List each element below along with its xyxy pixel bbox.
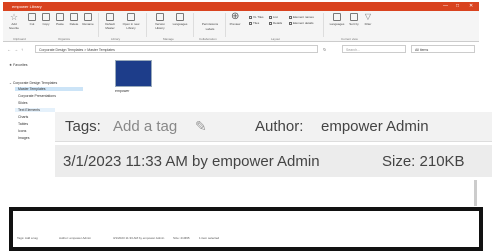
modified-text: 3/1/2023 11:33 AM by empower Admin	[63, 153, 320, 170]
author-label: Author:	[255, 118, 304, 135]
pencil-icon[interactable]: ✎	[195, 118, 207, 135]
refresh-icon[interactable]: ↻	[323, 47, 326, 52]
thumbnail-label: empower	[115, 89, 130, 93]
tree-item-slides[interactable]: Slides	[18, 101, 28, 105]
details-modified-size: 3/1/2023 11:33 AM by empower Admin Size:…	[55, 145, 492, 177]
paste-icon	[56, 13, 64, 21]
xl-tiles-option[interactable]: XL Tiles	[249, 15, 264, 19]
forward-icon[interactable]: →	[14, 47, 18, 52]
xl-tiles-icon	[249, 15, 252, 19]
scrollbar[interactable]	[474, 180, 477, 206]
element-details-checkbox[interactable]: Element details	[289, 21, 314, 25]
list-icon	[269, 15, 272, 19]
tree-item-tables[interactable]: Tables	[18, 122, 28, 126]
up-icon[interactable]: ↑	[21, 47, 23, 52]
tiles-option[interactable]: Tiles	[249, 21, 259, 25]
status-size: Size: 210KB	[173, 236, 190, 240]
separator	[146, 13, 147, 37]
status-selection: 1 item selected	[199, 236, 220, 240]
group-manage: Manage	[163, 37, 174, 41]
list-option[interactable]: List	[269, 15, 278, 19]
permissions-button[interactable]: Permissions	[199, 13, 221, 26]
tree-favorites[interactable]: ★ Favorites	[9, 63, 28, 67]
separator	[323, 13, 324, 37]
status-modified: 3/1/2023 11:33 AM by empower Admin	[113, 236, 165, 240]
status-bar: Tags: Add a tag Author: empower Admin 3/…	[17, 236, 477, 242]
copy-button[interactable]: Copy	[39, 13, 53, 26]
delete-icon	[70, 13, 78, 21]
scope-dropdown[interactable]: All items	[411, 45, 475, 53]
author-value: empower Admin	[321, 118, 429, 135]
tree-item-master-templates[interactable]: Master Templates	[15, 87, 83, 91]
master-icon	[106, 13, 114, 21]
tiles-icon	[249, 21, 252, 25]
cut-icon	[28, 13, 36, 21]
sort-icon	[350, 13, 358, 21]
cut-button[interactable]: Cut	[25, 13, 39, 26]
open-icon	[127, 13, 135, 21]
history-icon	[156, 13, 164, 21]
breadcrumb[interactable]: Corporate Design Templates > Master Temp…	[35, 45, 318, 53]
separator	[193, 13, 194, 37]
separator	[225, 13, 226, 37]
open-in-new-library-button[interactable]: Open in new Library	[121, 13, 141, 30]
tree-item-corporate-presentations[interactable]: Corporate Presentations	[18, 94, 56, 98]
tree-item-charts[interactable]: Charts	[18, 115, 28, 119]
tree-root[interactable]: ⌄ Corporate Design Templates	[9, 81, 57, 85]
minimize-button[interactable]: —	[443, 3, 448, 9]
tree-item-icons[interactable]: Icons	[18, 129, 26, 133]
group-layout: Layout	[271, 37, 281, 41]
checkbox-icon	[289, 15, 292, 19]
zoom-icon: ⊕	[231, 11, 240, 22]
tags-label: Tags:	[65, 118, 101, 135]
status-author: Author: empower Admin	[59, 236, 92, 240]
maximize-button[interactable]: □	[456, 3, 459, 9]
preview-button[interactable]: ⊕ Preview	[228, 11, 242, 27]
languages-icon	[333, 13, 341, 21]
window-title: empower Library	[12, 4, 42, 9]
filter-icon: ▽	[364, 12, 372, 21]
copy-icon	[42, 13, 50, 21]
add-favorite-button[interactable]: ☆ Add favorite	[7, 12, 21, 31]
details-option[interactable]: Details	[269, 21, 282, 25]
group-clipboard: Clipboard	[13, 37, 26, 41]
rename-icon	[84, 13, 92, 21]
filter-button[interactable]: ▽ Filter	[361, 12, 375, 27]
tag-input[interactable]: Add a tag	[113, 118, 177, 135]
template-thumbnail[interactable]	[115, 60, 152, 87]
version-history-button[interactable]: Version History	[151, 13, 169, 30]
star-icon: ☆	[10, 12, 19, 22]
status-tags[interactable]: Tags: Add a tag	[17, 236, 38, 240]
status-bar-highlight	[9, 207, 483, 251]
delete-button[interactable]: Delete	[67, 13, 81, 26]
element-names-checkbox[interactable]: Element names	[289, 15, 314, 19]
tree-item-text-elements[interactable]: Text Elements	[15, 108, 55, 112]
view-languages-button[interactable]: Languages	[329, 13, 345, 26]
size-text: Size: 210KB	[382, 153, 465, 170]
details-icon	[269, 21, 272, 25]
back-icon[interactable]: ←	[7, 47, 11, 52]
default-master-button[interactable]: Default Master	[103, 13, 117, 30]
languages-icon	[176, 13, 184, 21]
paste-button[interactable]: Paste	[53, 13, 67, 26]
ribbon: ☆ Add favorite Cut Copy Paste Delete Rena…	[3, 11, 479, 42]
close-button[interactable]: ✕	[469, 3, 473, 9]
rename-button[interactable]: Rename	[81, 13, 95, 26]
group-collaboration: Collaboration	[199, 37, 217, 41]
labels-button[interactable]: Labels	[203, 27, 217, 31]
title-bar: empower Library — □ ✕	[3, 2, 479, 11]
group-library: Library	[111, 37, 121, 41]
group-current-view: Current view	[341, 37, 358, 41]
checkbox-icon	[289, 21, 292, 25]
details-tags-author: Tags: Add a tag ✎ Author: empower Admin	[55, 112, 492, 142]
languages-button[interactable]: Languages	[171, 13, 189, 26]
search-input[interactable]: Search...	[342, 45, 406, 53]
tree-item-images[interactable]: Images	[18, 136, 29, 140]
separator	[98, 13, 99, 37]
group-organize: Organize	[58, 37, 71, 41]
address-bar: ← → ↑ Corporate Design Templates > Maste…	[3, 45, 479, 53]
sort-by-button[interactable]: Sort by	[347, 13, 361, 26]
